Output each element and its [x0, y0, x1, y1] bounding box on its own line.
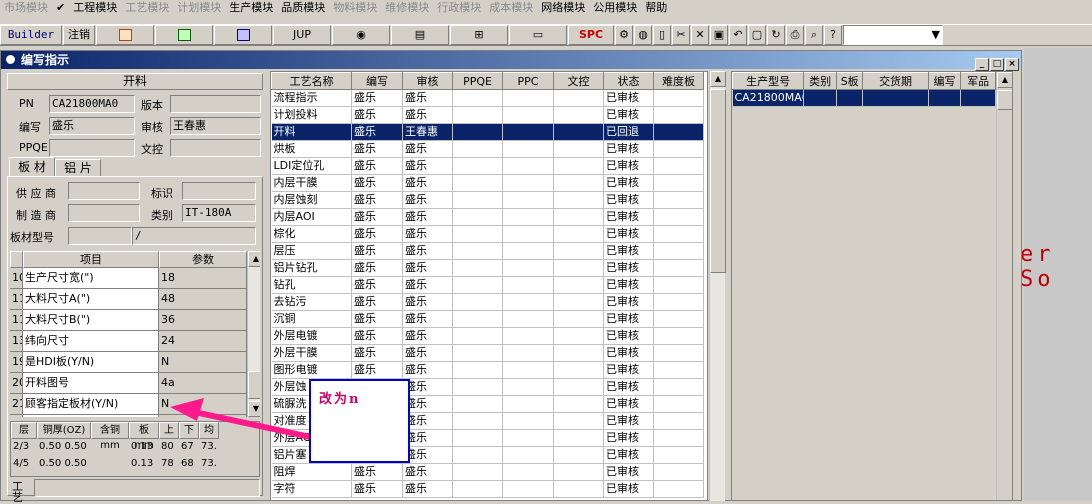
- annotation-arrow: [170, 398, 318, 441]
- annotation-note: 改为n: [309, 379, 410, 463]
